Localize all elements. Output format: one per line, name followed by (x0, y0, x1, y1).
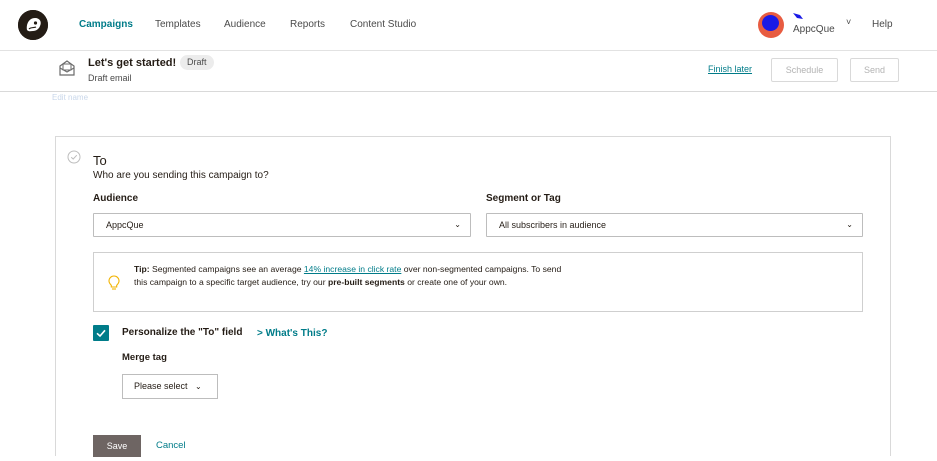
personalize-checkbox[interactable] (93, 325, 109, 341)
merge-tag-label: Merge tag (122, 352, 167, 363)
lightbulb-icon (108, 275, 120, 290)
finish-later-link[interactable]: Finish later (708, 64, 752, 74)
pre-built-segments: pre-built segments (327, 277, 405, 287)
to-section: To Who are you sending this campaign to?… (55, 136, 891, 457)
avatar[interactable] (758, 12, 784, 38)
click-rate-link[interactable]: 14% increase in click rate (304, 264, 401, 274)
schedule-button[interactable]: Schedule (771, 58, 838, 82)
mailchimp-logo-icon[interactable] (18, 10, 48, 40)
segment-label: Segment or Tag (486, 193, 561, 204)
chevron-down-icon: ⌄ (454, 220, 461, 229)
merge-tag-select[interactable]: Please select ⌄ (122, 374, 218, 399)
chevron-down-icon[interactable]: ˅ (846, 17, 851, 27)
segment-value: All subscribers in audience (499, 220, 607, 230)
email-draft-icon (59, 60, 75, 76)
check-circle-icon (67, 150, 81, 164)
segment-select[interactable]: All subscribers in audience ⌄ (486, 213, 863, 237)
nav-templates[interactable]: Templates (155, 19, 201, 30)
audience-value: AppcQue (106, 220, 144, 230)
whats-this-link[interactable]: > What's This? (257, 328, 327, 339)
chevron-down-icon: ⌄ (195, 382, 202, 391)
nav-audience[interactable]: Audience (224, 19, 266, 30)
audience-select[interactable]: AppcQue ⌄ (93, 213, 471, 237)
account-name[interactable]: AppcQue (793, 24, 835, 35)
tip-prefix: Tip: (134, 264, 150, 274)
personalize-label: Personalize the "To" field (122, 327, 243, 338)
status-badge: Draft (180, 55, 214, 70)
top-nav: Campaigns Templates Audience Reports Con… (0, 0, 937, 51)
nav-reports[interactable]: Reports (290, 19, 325, 30)
tip-text-1: Segmented campaigns see an average (149, 264, 304, 274)
section-subtitle: Who are you sending this campaign to? (93, 170, 269, 181)
tip-text-3: or create one of your own. (404, 277, 508, 287)
audience-label: Audience (93, 193, 139, 204)
cancel-button[interactable]: Cancel (156, 440, 186, 451)
edit-name-link[interactable]: Edit name (52, 93, 88, 102)
nav-campaigns[interactable]: Campaigns (79, 19, 133, 30)
chevron-down-icon: ⌄ (846, 220, 853, 229)
nav-content-studio[interactable]: Content Studio (350, 19, 416, 30)
campaign-header: Let's get started! Draft Draft email Fin… (0, 52, 937, 92)
campaign-title: Let's get started! (88, 57, 177, 69)
tip-box: Tip: Segmented campaigns see an average … (93, 252, 863, 312)
help-link[interactable]: Help (872, 19, 893, 30)
section-title: To (93, 153, 107, 168)
campaign-type: Draft email (88, 73, 132, 83)
account-flag-icon (793, 13, 803, 19)
send-button[interactable]: Send (850, 58, 899, 82)
tip-text: Tip: Segmented campaigns see an average … (134, 263, 574, 289)
merge-tag-value: Please select (134, 381, 188, 391)
avatar-image (762, 15, 779, 31)
save-button[interactable]: Save (93, 435, 141, 457)
